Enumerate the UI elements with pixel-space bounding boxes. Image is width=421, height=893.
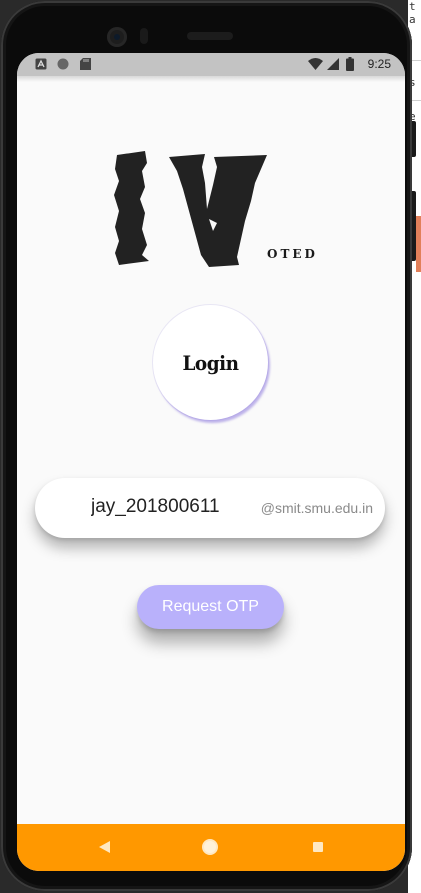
phone-frame: 9:25 OTED Login @smit.smu.edu.in Request… <box>1 1 416 891</box>
proximity-sensor <box>140 28 148 44</box>
logo-subtext: OTED <box>267 247 318 261</box>
scroll-indicator <box>416 216 421 272</box>
side-text-fragment: t a <box>409 0 416 26</box>
recents-icon[interactable] <box>313 842 323 852</box>
side-button <box>412 191 416 261</box>
front-camera <box>107 27 127 47</box>
navigation-bar <box>17 824 405 871</box>
app-bar-shadow <box>17 76 405 82</box>
back-icon[interactable] <box>99 840 110 858</box>
status-time: 9:25 <box>367 57 391 71</box>
earpiece-speaker <box>187 32 233 40</box>
request-otp-button[interactable]: Request OTP <box>137 585 284 629</box>
username-input[interactable] <box>91 496 281 518</box>
side-button <box>412 121 416 157</box>
wifi-icon <box>308 58 323 73</box>
status-bar: 9:25 <box>17 53 405 76</box>
username-field[interactable]: @smit.smu.edu.in <box>35 478 385 538</box>
login-badge: Login <box>153 305 268 420</box>
app-screen: 9:25 OTED Login @smit.smu.edu.in Request… <box>17 53 405 871</box>
login-title: Login <box>182 350 239 375</box>
battery-icon <box>346 57 354 74</box>
home-icon[interactable] <box>202 839 218 855</box>
a-notification-icon <box>35 58 47 73</box>
circle-notification-icon <box>57 58 69 73</box>
sd-card-icon <box>80 58 91 73</box>
signal-icon <box>327 58 339 73</box>
email-domain-suffix: @smit.smu.edu.in <box>260 500 373 516</box>
